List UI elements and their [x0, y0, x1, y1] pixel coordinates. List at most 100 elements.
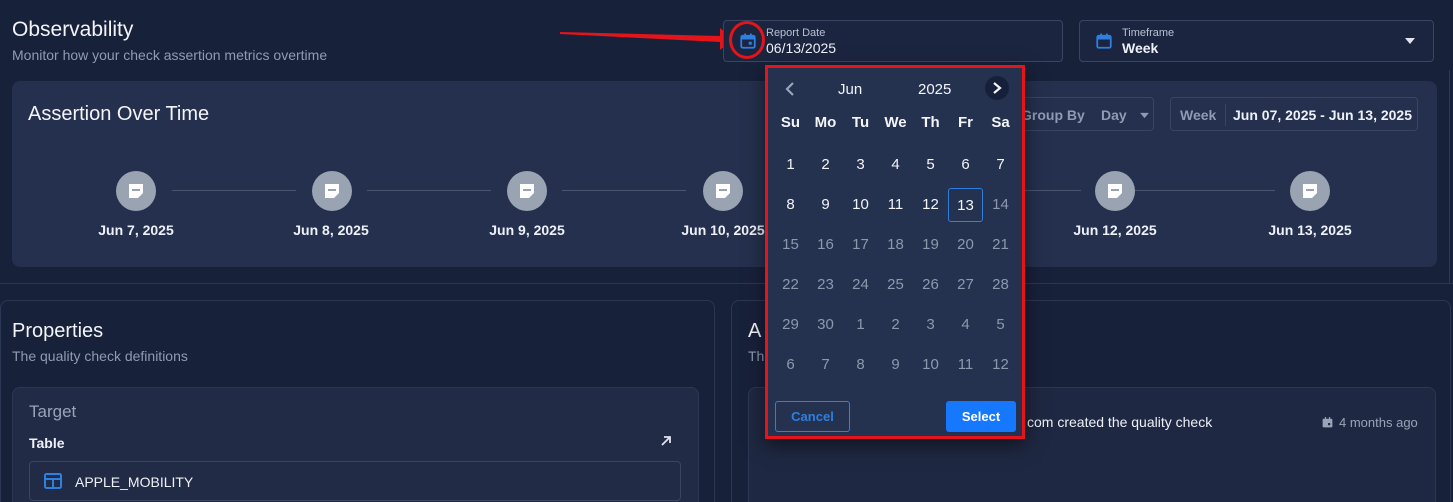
calendar-day[interactable]: 8 — [773, 188, 808, 222]
calendar-day[interactable]: 9 — [808, 188, 843, 222]
calendar-day[interactable]: 5 — [913, 148, 948, 182]
calendar-day: 28 — [992, 276, 1009, 293]
calendar-day: 3 — [926, 316, 935, 333]
calendar-day: 1 — [856, 316, 865, 333]
calendar-day: 4 — [961, 316, 970, 333]
calendar-day[interactable]: 11 — [878, 188, 913, 222]
timeline-date: Jun 8, 2025 — [293, 222, 369, 238]
timeline-connector — [1135, 190, 1275, 191]
table-value-field[interactable]: APPLE_MOBILITY — [29, 461, 681, 501]
calendar-year[interactable]: 2025 — [918, 81, 951, 98]
report-date-label: Report Date — [766, 27, 826, 39]
calendar-day[interactable]: 13 — [948, 188, 983, 222]
table-icon — [44, 473, 62, 489]
timeline-date: Jun 9, 2025 — [489, 222, 565, 238]
calendar-day: 22 — [782, 276, 799, 293]
timeline-node[interactable] — [116, 171, 156, 211]
calendar-day: 10 — [922, 356, 939, 373]
calendar-day: 8 — [856, 356, 865, 373]
chevron-down-icon — [1140, 112, 1149, 119]
annotation-circle — [729, 21, 765, 59]
week-range-value: Jun 07, 2025 - Jun 13, 2025 — [1233, 107, 1412, 123]
annotation-arrow — [560, 28, 733, 50]
calendar-day: 6 — [786, 356, 795, 373]
report-date-value[interactable]: 06/13/2025 — [766, 40, 836, 56]
calendar-day: 29 — [782, 316, 799, 333]
note-icon — [129, 184, 143, 198]
timeline-date: Jun 12, 2025 — [1073, 222, 1157, 238]
timeline-connector — [172, 190, 296, 191]
timeline-node[interactable] — [1290, 171, 1330, 211]
calendar-day: 7 — [821, 356, 830, 373]
calendar-day[interactable]: 4 — [878, 148, 913, 182]
note-icon — [1303, 184, 1317, 198]
timeline-node[interactable] — [703, 171, 743, 211]
weekday-label: We — [884, 114, 907, 131]
calendar-day: 30 — [817, 316, 834, 333]
timeline-connector — [367, 190, 491, 191]
calendar-day[interactable]: 2 — [808, 148, 843, 182]
activity-title: A — [748, 320, 762, 342]
calendar-day: 21 — [992, 236, 1009, 253]
calendar-day[interactable]: 7 — [983, 148, 1018, 182]
calendar-day: 19 — [922, 236, 939, 253]
event-time: 4 months ago — [1339, 415, 1418, 430]
calendar-day: 27 — [957, 276, 974, 293]
week-range-chip[interactable]: Week Jun 07, 2025 - Jun 13, 2025 — [1170, 97, 1418, 131]
timeframe-select[interactable]: Timeframe Week — [1079, 20, 1434, 62]
page-title: Observability — [12, 18, 134, 41]
target-label: Target — [29, 402, 77, 421]
calendar-day: 23 — [817, 276, 834, 293]
timeline-date: Jun 7, 2025 — [98, 222, 174, 238]
timeframe-value: Week — [1122, 40, 1159, 56]
cancel-button[interactable]: Cancel — [775, 401, 850, 432]
calendar-month[interactable]: Jun — [838, 81, 862, 98]
calendar-day: 2 — [891, 316, 900, 333]
calendar-day: 20 — [957, 236, 974, 253]
timeline-connector — [562, 190, 686, 191]
page-subtitle: Monitor how your check assertion metrics… — [12, 47, 328, 63]
calendar-day: 16 — [817, 236, 834, 253]
calendar-day[interactable]: 10 — [843, 188, 878, 222]
external-link-icon[interactable] — [659, 434, 673, 448]
divider — [1449, 70, 1450, 283]
panel-title: Assertion Over Time — [28, 103, 210, 125]
calendar-day[interactable]: 6 — [948, 148, 983, 182]
calendar-day: 5 — [996, 316, 1005, 333]
calendar-day: 25 — [887, 276, 904, 293]
calendar-icon — [1322, 417, 1333, 428]
note-icon — [1108, 184, 1122, 198]
calendar-day: 11 — [957, 356, 974, 373]
event-text: com created the quality check — [1027, 414, 1213, 430]
weekday-label: Tu — [851, 114, 870, 131]
select-button[interactable]: Select — [946, 401, 1016, 432]
divider — [0, 283, 1453, 284]
calendar-day: 18 — [887, 236, 904, 253]
note-icon — [325, 184, 339, 198]
timeline-node[interactable] — [507, 171, 547, 211]
chevron-down-icon — [1405, 38, 1415, 44]
properties-card: Properties The quality check definitions… — [0, 300, 715, 502]
calendar-day: 12 — [992, 356, 1009, 373]
activity-subtitle: Th — [748, 348, 765, 364]
table-value: APPLE_MOBILITY — [75, 474, 194, 490]
timeline-node[interactable] — [1095, 171, 1135, 211]
report-date-field[interactable]: Report Date 06/13/2025 — [723, 20, 1063, 62]
calendar-day[interactable]: 1 — [773, 148, 808, 182]
timeline-date: Jun 13, 2025 — [1268, 222, 1352, 238]
properties-title: Properties — [12, 320, 104, 342]
calendar-day: 15 — [782, 236, 799, 253]
note-icon — [716, 184, 730, 198]
calendar-day: 24 — [852, 276, 869, 293]
calendar-day[interactable]: 3 — [843, 148, 878, 182]
next-month-button[interactable] — [985, 76, 1009, 100]
weekday-label: Mo — [814, 114, 837, 131]
chevron-left-icon[interactable] — [784, 81, 796, 97]
calendar-day[interactable]: 12 — [913, 188, 948, 222]
weekday-label: Su — [780, 114, 801, 131]
calendar-day: 26 — [922, 276, 939, 293]
group-by-value: Day — [1101, 107, 1127, 123]
chevron-right-icon — [993, 82, 1002, 94]
timeline-node[interactable] — [312, 171, 352, 211]
calendar-day: 17 — [852, 236, 869, 253]
